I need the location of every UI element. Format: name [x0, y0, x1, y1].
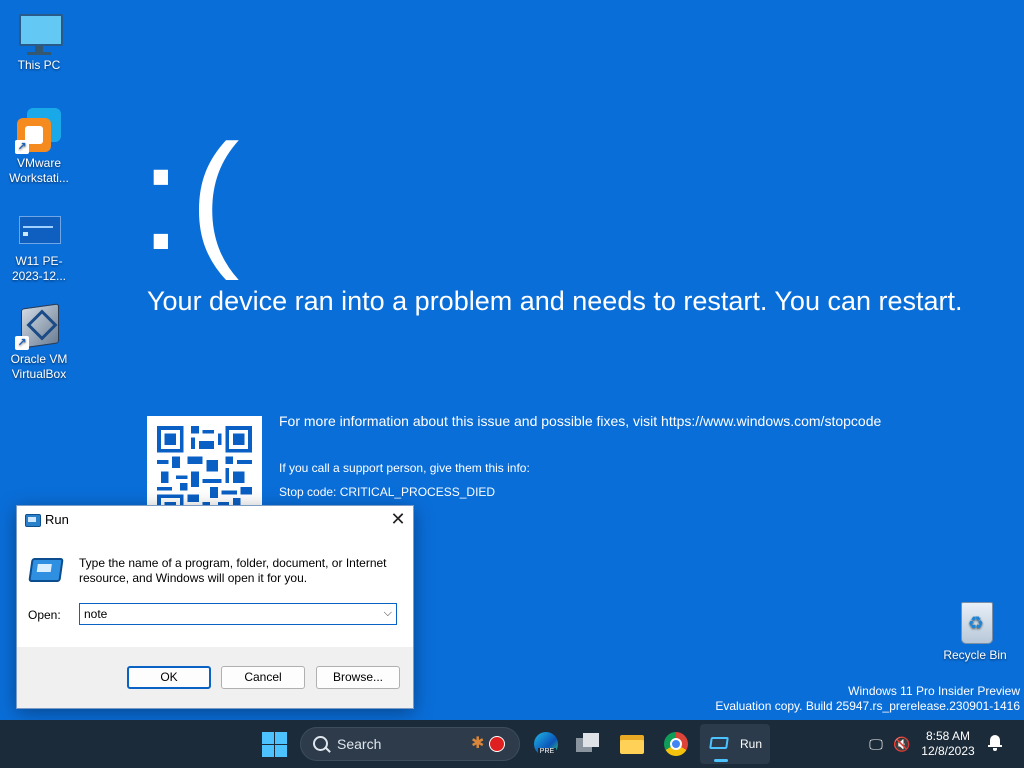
watermark-line-1: Windows 11 Pro Insider Preview — [848, 684, 1020, 698]
search-highlight-icon[interactable]: ✱ — [471, 734, 509, 754]
recycle-bin-icon: ♻ — [951, 598, 999, 646]
run-icon — [709, 737, 729, 749]
search-label: Search — [337, 736, 382, 752]
cancel-button[interactable]: Cancel — [221, 666, 305, 689]
close-button[interactable]: ✕ — [383, 506, 413, 534]
desktop-icon-label: Recycle Bin — [943, 648, 1007, 662]
browse-button[interactable]: Browse... — [316, 666, 400, 689]
red-ornament-icon — [489, 736, 505, 752]
clock-date: 12/8/2023 — [921, 744, 975, 758]
monitor-icon — [15, 8, 63, 56]
disk-image-icon — [15, 204, 63, 252]
start-button[interactable] — [262, 732, 288, 758]
run-description: Type the name of a program, folder, docu… — [79, 556, 387, 585]
taskbar-clock[interactable]: 8:58 AM 12/8/2023 — [918, 729, 978, 759]
file-explorer-icon[interactable] — [618, 730, 646, 758]
clock-time: 8:58 AM — [925, 729, 971, 743]
evaluation-watermark: Windows 11 Pro Insider Preview Evaluatio… — [715, 684, 1020, 714]
bsod-stop-code: Stop code: CRITICAL_PROCESS_DIED — [279, 485, 496, 499]
open-input[interactable] — [84, 606, 374, 622]
run-body: Type the name of a program, folder, docu… — [17, 534, 413, 647]
gingerbread-icon: ✱ — [471, 735, 485, 752]
desktop-icon-this-pc[interactable]: This PC — [1, 8, 77, 73]
chevron-down-icon[interactable]: ⌵ — [384, 607, 392, 620]
close-icon: ✕ — [390, 509, 406, 529]
desktop-icon-label: VMware Workstati... — [9, 156, 69, 185]
sad-face: :( — [140, 113, 248, 281]
shortcut-arrow-icon: ↗ — [15, 140, 29, 154]
bsod-support-text: If you call a support person, give them … — [279, 461, 530, 475]
volume-muted-icon[interactable]: 🔇 — [892, 734, 912, 754]
run-icon — [28, 558, 64, 582]
run-dialog: Run ✕ Type the name of a program, folder… — [16, 505, 414, 709]
taskbar-run-label: Run — [740, 737, 763, 751]
desktop-icon-recycle-bin[interactable]: ♻ Recycle Bin — [937, 598, 1013, 663]
run-app-icon — [25, 514, 41, 527]
active-indicator — [714, 759, 728, 762]
chrome-icon[interactable] — [662, 730, 690, 758]
bsod-message: Your device ran into a problem and needs… — [147, 286, 963, 316]
watermark-line-2: Evaluation copy. Build 25947.rs_prerelea… — [715, 699, 1020, 713]
taskbar: Search ✱ PRE Run 🖵 🔇 8:58 AM 12/8/2023 — [0, 720, 1024, 768]
run-titlebar[interactable]: Run ✕ — [17, 506, 413, 534]
search-icon — [313, 736, 328, 751]
open-combobox[interactable]: ⌵ — [79, 603, 397, 625]
desktop-icon-label: This PC — [17, 58, 61, 72]
desktop-icon-virtualbox[interactable]: ↗ Oracle VM VirtualBox — [1, 302, 77, 382]
bsod-more-info: For more information about this issue an… — [279, 413, 882, 429]
desktop-icon-label: W11 PE-2023-12... — [11, 254, 67, 283]
vmware-icon: ↗ — [15, 106, 63, 154]
windows-logo-icon — [262, 732, 274, 744]
edge-badge: PRE — [538, 748, 556, 756]
ok-button[interactable]: OK — [127, 666, 211, 689]
task-view-icon[interactable] — [574, 730, 602, 758]
virtualbox-icon: ↗ — [15, 302, 63, 350]
desktop-icon-label: Oracle VM VirtualBox — [10, 352, 68, 381]
run-title: Run — [45, 512, 69, 527]
open-label: Open: — [28, 608, 61, 622]
shortcut-arrow-icon: ↗ — [15, 336, 29, 350]
edge-preview-icon[interactable]: PRE — [532, 730, 560, 758]
notification-bell-icon[interactable] — [988, 735, 1002, 751]
taskbar-run-button[interactable]: Run — [700, 724, 770, 764]
desktop-icon-vmware[interactable]: ↗ VMware Workstati... — [1, 106, 77, 186]
desktop-icon-w11-pe[interactable]: W11 PE-2023-12... — [1, 204, 77, 284]
network-icon[interactable]: 🖵 — [866, 734, 886, 754]
taskbar-search[interactable]: Search ✱ — [300, 727, 520, 761]
